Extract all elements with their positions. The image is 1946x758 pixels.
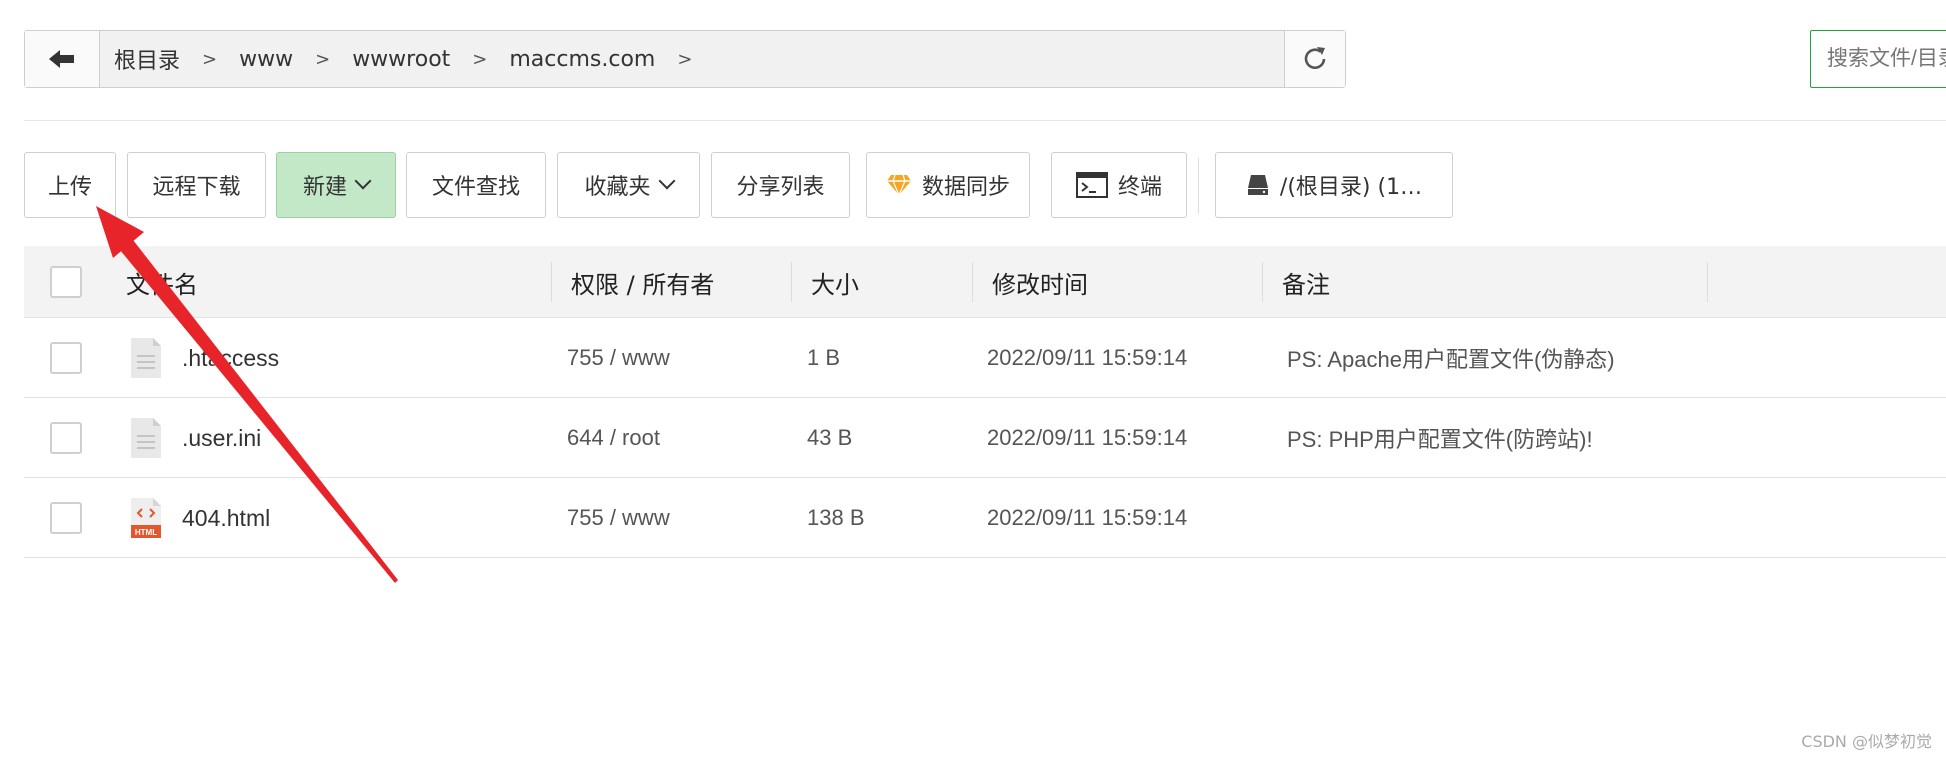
select-all-checkbox[interactable] — [50, 266, 82, 298]
diamond-icon — [886, 174, 912, 196]
file-note[interactable]: PS: PHP用户配置文件(防跨站)! — [1287, 398, 1593, 478]
refresh-button[interactable] — [1284, 31, 1345, 87]
data-sync-button[interactable]: 数据同步 — [866, 152, 1030, 218]
breadcrumb-separator: > — [472, 48, 488, 70]
terminal-button[interactable]: 终端 — [1051, 152, 1187, 218]
refresh-icon — [1304, 47, 1326, 70]
back-button[interactable] — [25, 31, 100, 87]
file-size: 138 B — [807, 505, 865, 530]
column-divider — [1262, 262, 1263, 302]
table-row[interactable]: .htaccess 755 / www 1 B 2022/09/11 15:59… — [24, 318, 1946, 398]
file-permission[interactable]: 644 / root — [567, 398, 660, 478]
file-note[interactable]: PS: Apache用户配置文件(伪静态) — [1287, 318, 1615, 398]
breadcrumb-separator: > — [202, 48, 218, 70]
table-row[interactable]: .user.ini 644 / root 43 B 2022/09/11 15:… — [24, 398, 1946, 478]
disk-label: /(根目录) (1… — [1279, 175, 1423, 200]
share-list-button[interactable]: 分享列表 — [711, 152, 850, 218]
column-header-modified[interactable]: 修改时间 — [992, 246, 1088, 318]
column-divider — [551, 262, 552, 302]
table-row[interactable]: HTML 404.html 755 / www 138 B 2022/09/11… — [24, 478, 1946, 558]
column-divider — [1707, 262, 1708, 302]
favorites-button[interactable]: 收藏夹 — [557, 152, 700, 218]
file-search-label: 文件查找 — [431, 175, 520, 200]
breadcrumb-root[interactable]: 根目录 — [114, 43, 180, 75]
terminal-label: 终端 — [1117, 175, 1162, 200]
column-header-size[interactable]: 大小 — [811, 246, 859, 318]
toolbar-divider — [1198, 158, 1199, 214]
row-checkbox[interactable] — [50, 422, 82, 454]
remote-download-label: 远程下载 — [152, 175, 241, 200]
disk-icon — [1246, 173, 1270, 197]
row-checkbox[interactable] — [50, 502, 82, 534]
file-modified-time: 2022/09/11 15:59:14 — [987, 345, 1188, 370]
upload-button[interactable]: 上传 — [24, 152, 116, 218]
breadcrumb-site[interactable]: maccms.com — [509, 47, 655, 72]
search-input[interactable] — [1810, 30, 1946, 88]
file-name[interactable]: .htaccess — [182, 318, 279, 398]
path-bar: 根目录 > www > wwwroot > maccms.com > — [24, 30, 1346, 88]
breadcrumb-separator: > — [677, 48, 693, 70]
text-file-icon — [131, 338, 161, 378]
file-modified-time: 2022/09/11 15:59:14 — [987, 505, 1188, 530]
file-name[interactable]: .user.ini — [182, 398, 261, 478]
remote-download-button[interactable]: 远程下载 — [127, 152, 266, 218]
share-list-label: 分享列表 — [736, 175, 825, 200]
watermark: CSDN @似梦初觉 — [1801, 732, 1932, 751]
new-button[interactable]: 新建 — [276, 152, 396, 218]
chevron-down-icon — [354, 172, 372, 190]
upload-label: 上传 — [47, 175, 92, 200]
row-checkbox[interactable] — [50, 342, 82, 374]
breadcrumb-separator: > — [315, 48, 331, 70]
breadcrumb-www[interactable]: www — [239, 47, 293, 72]
file-permission[interactable]: 755 / www — [567, 478, 670, 558]
disk-button[interactable]: /(根目录) (1… — [1215, 152, 1453, 218]
column-header-name[interactable]: 文件名 — [126, 246, 198, 318]
file-size: 1 B — [807, 345, 841, 370]
arrow-left-icon — [49, 50, 74, 68]
column-header-permission[interactable]: 权限 / 所有者 — [571, 246, 714, 318]
file-name[interactable]: 404.html — [182, 478, 270, 558]
column-header-note: 备注 — [1282, 270, 1330, 299]
chevron-down-icon — [658, 172, 675, 190]
text-file-icon — [131, 418, 161, 458]
html-badge-text: HTML — [135, 528, 157, 537]
divider — [24, 120, 1946, 121]
file-permission[interactable]: 755 / www — [567, 318, 670, 398]
file-table-header: 文件名 权限 / 所有者 大小 修改时间 备注 — [24, 246, 1946, 318]
breadcrumb: 根目录 > www > wwwroot > maccms.com > — [100, 31, 1284, 87]
data-sync-label: 数据同步 — [921, 175, 1010, 200]
breadcrumb-wwwroot[interactable]: wwwroot — [352, 47, 450, 72]
new-label: 新建 — [302, 175, 347, 200]
file-modified-time: 2022/09/11 15:59:14 — [987, 425, 1188, 450]
column-divider — [791, 262, 792, 302]
file-search-button[interactable]: 文件查找 — [406, 152, 546, 218]
html-file-icon: HTML — [131, 498, 161, 538]
favorites-label: 收藏夹 — [584, 175, 651, 200]
column-divider — [972, 262, 973, 302]
terminal-icon — [1075, 172, 1108, 198]
file-size: 43 B — [807, 425, 853, 450]
